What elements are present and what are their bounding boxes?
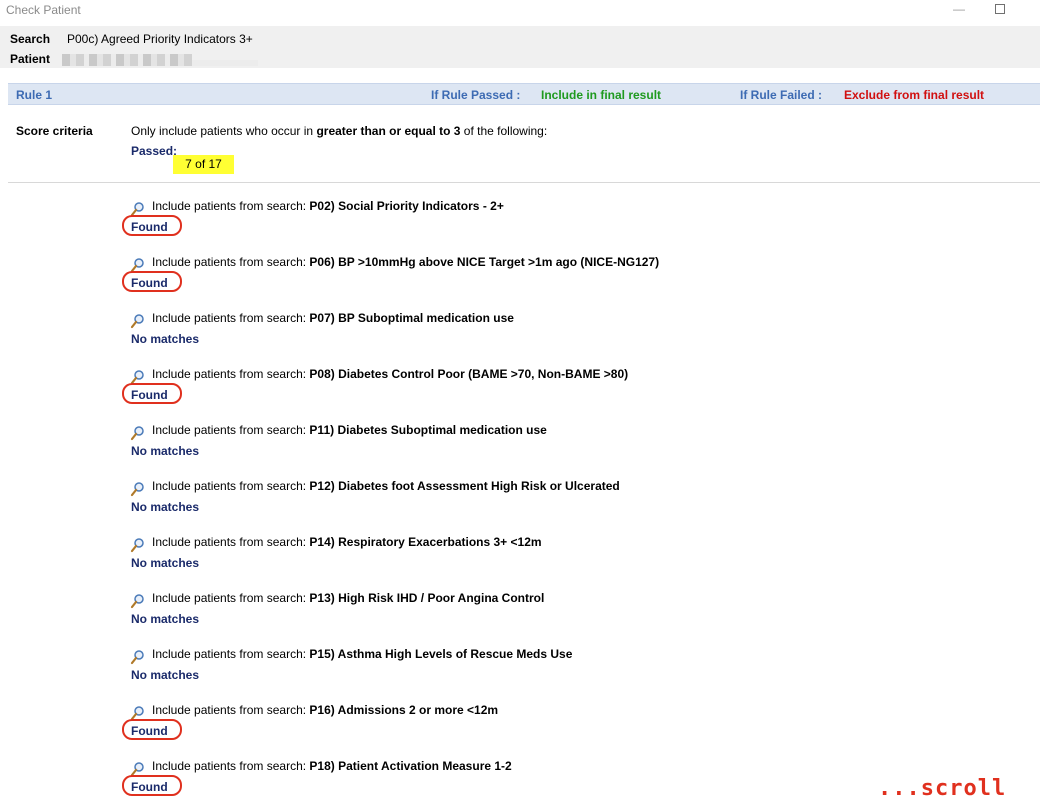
score-criteria-text: Only include patients who occur in great… — [131, 124, 547, 138]
magnifier-icon[interactable] — [130, 649, 146, 665]
criteria-item: Include patients from search: P16) Admis… — [0, 703, 1040, 759]
criteria-prefix: Include patients from search: — [152, 367, 310, 381]
magnifier-icon[interactable] — [130, 537, 146, 553]
criteria-result: No matches — [131, 444, 200, 458]
criteria-search-name: P06) BP >10mmHg above NICE Target >1m ag… — [309, 255, 660, 269]
criteria-line: Include patients from search: P13) High … — [152, 591, 544, 605]
passed-label: Passed: — [131, 144, 178, 158]
criteria-item: Include patients from search: P07) BP Su… — [0, 311, 1040, 367]
criteria-item: Include patients from search: P02) Socia… — [0, 199, 1040, 255]
magnifier-icon[interactable] — [130, 593, 146, 609]
criteria-result: Found — [131, 780, 168, 794]
criteria-item: Include patients from search: P13) High … — [0, 591, 1040, 647]
criteria-line: Include patients from search: P07) BP Su… — [152, 311, 514, 325]
criteria-line: Include patients from search: P02) Socia… — [152, 199, 504, 213]
criteria-line: Include patients from search: P15) Asthm… — [152, 647, 572, 661]
criteria-result: No matches — [131, 612, 200, 626]
patient-name-redacted — [62, 54, 192, 66]
rule-header-bar: Rule 1 If Rule Passed : Include in final… — [8, 83, 1040, 105]
criteria-search-name: P16) Admissions 2 or more <12m — [309, 703, 499, 717]
criteria-result: No matches — [131, 500, 200, 514]
criteria-item: Include patients from search: P15) Asthm… — [0, 647, 1040, 703]
patient-name-redacted-tail — [192, 60, 258, 66]
criteria-prefix: Include patients from search: — [152, 311, 310, 325]
criteria-prefix: Include patients from search: — [152, 591, 310, 605]
criteria-search-name: P14) Respiratory Exacerbations 3+ <12m — [309, 535, 542, 549]
magnifier-icon[interactable] — [130, 425, 146, 441]
score-text-prefix: Only include patients who occur in — [131, 124, 317, 138]
criteria-line: Include patients from search: P06) BP >1… — [152, 255, 659, 269]
criteria-search-name: P02) Social Priority Indicators - 2+ — [309, 199, 504, 213]
criteria-search-name: P08) Diabetes Control Poor (BAME >70, No… — [309, 367, 629, 381]
passed-count-highlight: 7 of 17 — [173, 155, 234, 174]
criteria-item: Include patients from search: P11) Diabe… — [0, 423, 1040, 479]
criteria-item: Include patients from search: P14) Respi… — [0, 535, 1040, 591]
score-text-threshold: greater than or equal to 3 — [316, 124, 461, 138]
criteria-line: Include patients from search: P14) Respi… — [152, 535, 542, 549]
criteria-prefix: Include patients from search: — [152, 199, 310, 213]
criteria-search-name: P13) High Risk IHD / Poor Angina Control — [309, 591, 545, 605]
search-label: Search — [10, 32, 51, 46]
criteria-prefix: Include patients from search: — [152, 647, 310, 661]
rule-name: Rule 1 — [16, 88, 53, 102]
criteria-prefix: Include patients from search: — [152, 255, 310, 269]
maximize-icon[interactable] — [995, 4, 1005, 14]
criteria-prefix: Include patients from search: — [152, 479, 310, 493]
criteria-search-name: P18) Patient Activation Measure 1-2 — [309, 759, 512, 773]
window-title: Check Patient — [6, 3, 81, 17]
criteria-search-name: P12) Diabetes foot Assessment High Risk … — [309, 479, 620, 493]
criteria-line: Include patients from search: P16) Admis… — [152, 703, 498, 717]
criteria-line: Include patients from search: P08) Diabe… — [152, 367, 628, 381]
section-divider — [8, 182, 1040, 183]
minimize-icon[interactable]: — — [953, 2, 967, 16]
criteria-line: Include patients from search: P11) Diabe… — [152, 423, 547, 437]
if-passed-label: If Rule Passed : — [431, 88, 521, 102]
criteria-prefix: Include patients from search: — [152, 759, 310, 773]
criteria-prefix: Include patients from search: — [152, 703, 310, 717]
score-criteria-label: Score criteria — [16, 124, 93, 138]
if-passed-value: Include in final result — [541, 88, 662, 102]
criteria-result: Found — [131, 220, 168, 234]
scroll-annotation: ...scroll — [878, 776, 1007, 801]
criteria-result: Found — [131, 724, 168, 738]
criteria-line: Include patients from search: P18) Patie… — [152, 759, 512, 773]
search-value: P00c) Agreed Priority Indicators 3+ — [67, 32, 253, 46]
magnifier-icon[interactable] — [130, 481, 146, 497]
criteria-search-name: P11) Diabetes Suboptimal medication use — [309, 423, 547, 437]
patient-label: Patient — [10, 52, 51, 66]
criteria-result: No matches — [131, 668, 200, 682]
criteria-search-name: P07) BP Suboptimal medication use — [309, 311, 514, 325]
criteria-search-name: P15) Asthma High Levels of Rescue Meds U… — [309, 647, 573, 661]
criteria-result: Found — [131, 276, 168, 290]
title-bar: Check Patient — — [0, 0, 1040, 22]
if-failed-value: Exclude from final result — [844, 88, 985, 102]
criteria-item: Include patients from search: P12) Diabe… — [0, 479, 1040, 535]
if-failed-label: If Rule Failed : — [740, 88, 823, 102]
criteria-item: Include patients from search: P08) Diabe… — [0, 367, 1040, 423]
criteria-result: Found — [131, 388, 168, 402]
criteria-result: No matches — [131, 556, 200, 570]
criteria-item: Include patients from search: P06) BP >1… — [0, 255, 1040, 311]
magnifier-icon[interactable] — [130, 313, 146, 329]
criteria-line: Include patients from search: P12) Diabe… — [152, 479, 620, 493]
criteria-prefix: Include patients from search: — [152, 535, 310, 549]
score-text-suffix: of the following: — [460, 124, 548, 138]
search-header: Search P00c) Agreed Priority Indicators … — [0, 26, 1040, 68]
criteria-prefix: Include patients from search: — [152, 423, 310, 437]
criteria-result: No matches — [131, 332, 200, 346]
